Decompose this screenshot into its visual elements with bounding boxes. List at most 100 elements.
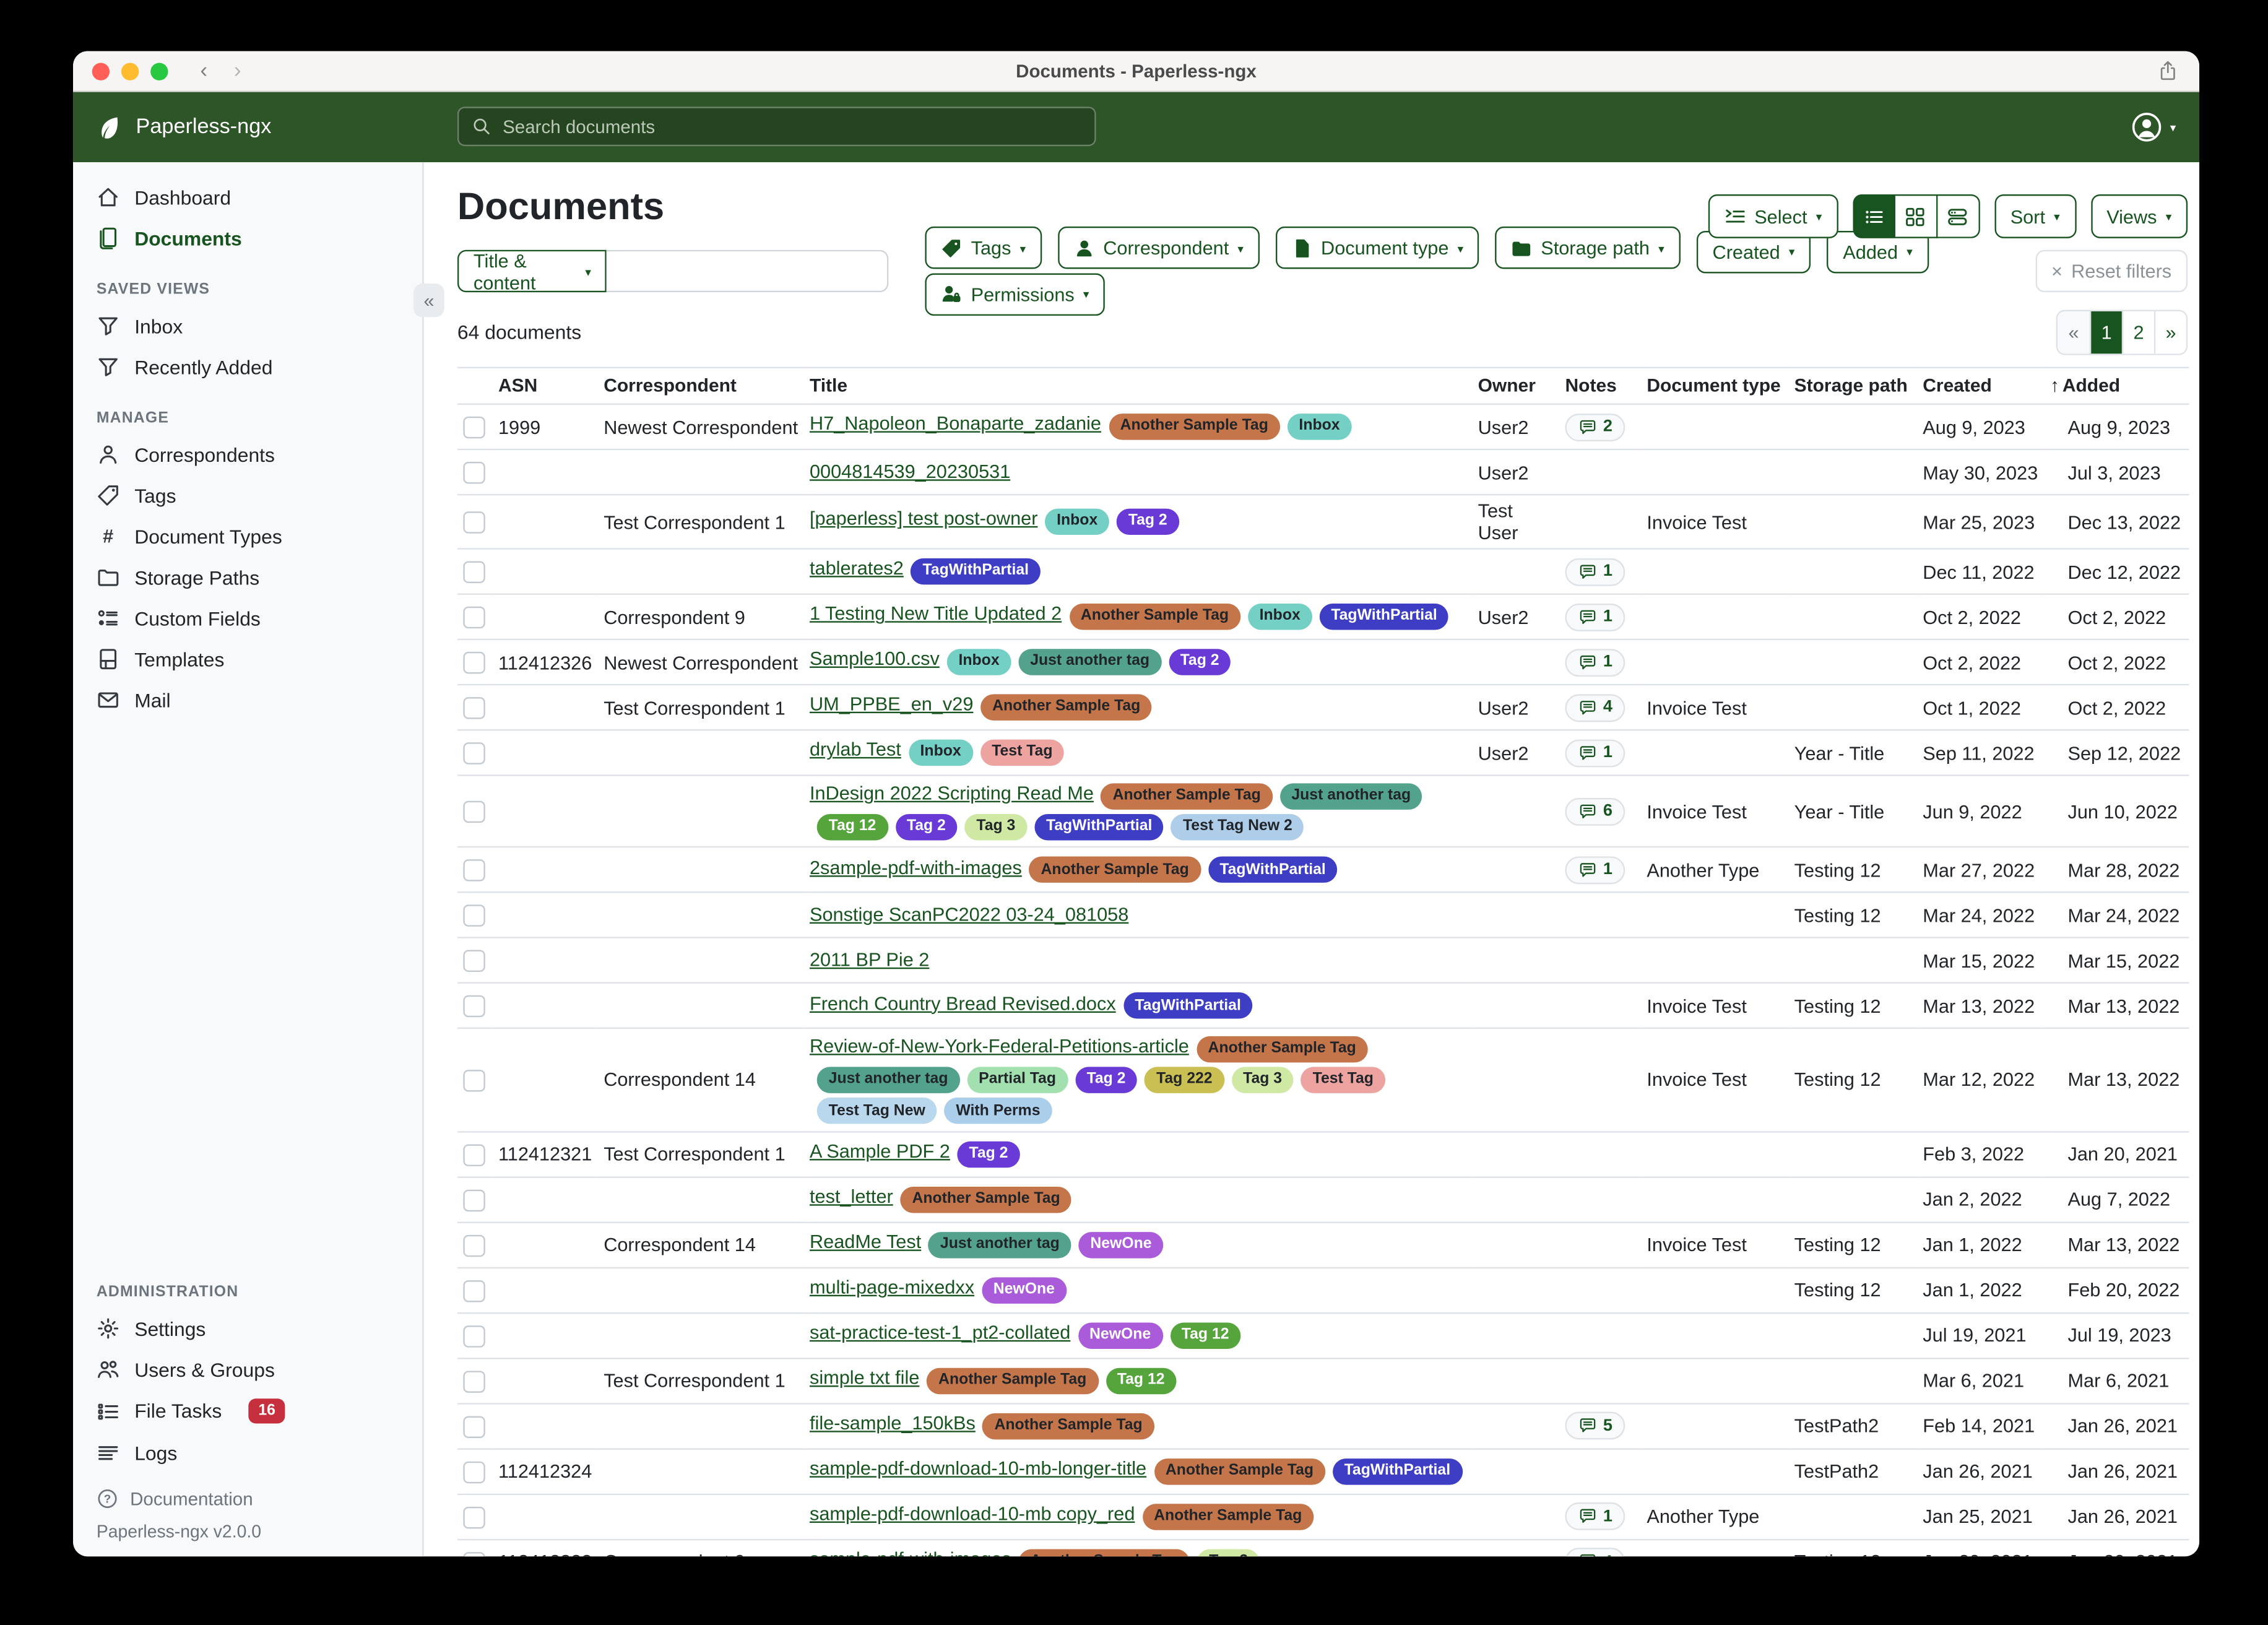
notes-button[interactable]: 1 bbox=[1565, 856, 1626, 884]
row-checkbox[interactable] bbox=[463, 652, 485, 674]
document-type-cell[interactable] bbox=[1641, 938, 1788, 983]
filter-tags-button[interactable]: Tags▾ bbox=[925, 227, 1042, 269]
notes-button[interactable]: 1 bbox=[1565, 739, 1626, 766]
tag-badge[interactable]: Another Sample Tag bbox=[1142, 1503, 1314, 1530]
forward-icon[interactable]: › bbox=[234, 60, 241, 82]
storage-path-cell[interactable]: Testing 12 bbox=[1788, 983, 1917, 1028]
storage-path-cell[interactable]: TestPath2 bbox=[1788, 1449, 1917, 1494]
row-checkbox[interactable] bbox=[463, 417, 485, 438]
tag-badge[interactable]: Another Sample Tag bbox=[1069, 604, 1240, 630]
notes-button[interactable]: 4 bbox=[1565, 693, 1626, 721]
storage-path-cell[interactable]: Testing 12 bbox=[1788, 1222, 1917, 1267]
correspondent-cell[interactable] bbox=[598, 1403, 804, 1449]
document-title-link[interactable]: sat-practice-test-1_pt2-collated bbox=[810, 1321, 1070, 1343]
correspondent-cell[interactable]: Test Correspondent 1 bbox=[598, 495, 804, 548]
storage-path-cell[interactable] bbox=[1788, 685, 1917, 730]
storage-path-cell[interactable] bbox=[1788, 1132, 1917, 1177]
storage-path-cell[interactable] bbox=[1788, 938, 1917, 983]
correspondent-cell[interactable] bbox=[598, 847, 804, 893]
correspondent-cell[interactable] bbox=[598, 449, 804, 495]
tag-badge[interactable]: Another Sample Tag bbox=[901, 1186, 1072, 1213]
tag-badge[interactable]: Test Tag bbox=[1301, 1067, 1385, 1093]
view-list-button[interactable] bbox=[1853, 194, 1895, 238]
row-checkbox[interactable] bbox=[463, 1325, 485, 1346]
row-checkbox[interactable] bbox=[463, 1371, 485, 1392]
storage-path-cell[interactable]: Year - Title bbox=[1788, 775, 1917, 847]
correspondent-cell[interactable] bbox=[598, 938, 804, 983]
document-title-link[interactable]: Sonstige ScanPC2022 03-24_081058 bbox=[810, 903, 1128, 925]
document-type-cell[interactable] bbox=[1641, 1312, 1788, 1358]
filter-text-input[interactable] bbox=[607, 250, 889, 292]
page-prev-button[interactable]: « bbox=[2058, 311, 2090, 353]
storage-path-cell[interactable] bbox=[1788, 548, 1917, 594]
tag-badge[interactable]: Just another tag bbox=[928, 1231, 1071, 1258]
sidebar-item-documents[interactable]: Documents bbox=[73, 218, 422, 259]
tag-badge[interactable]: Tag 12 bbox=[817, 813, 888, 840]
column-header-document-type[interactable]: Document type bbox=[1641, 368, 1788, 404]
document-type-cell[interactable] bbox=[1641, 1177, 1788, 1222]
tag-badge[interactable]: Just another tag bbox=[817, 1067, 960, 1093]
document-title-link[interactable]: A Sample PDF 2 bbox=[810, 1140, 950, 1162]
storage-path-cell[interactable]: Testing 12 bbox=[1788, 893, 1917, 938]
document-title-link[interactable]: ReadMe Test bbox=[810, 1231, 921, 1252]
document-type-cell[interactable] bbox=[1641, 1358, 1788, 1403]
storage-path-cell[interactable]: TestPath2 bbox=[1788, 1403, 1917, 1449]
row-checkbox[interactable] bbox=[463, 1461, 485, 1483]
column-header-owner[interactable]: Owner bbox=[1472, 368, 1559, 404]
document-type-cell[interactable]: Invoice Test bbox=[1641, 495, 1788, 548]
storage-path-cell[interactable] bbox=[1788, 1358, 1917, 1403]
correspondent-cell[interactable]: Test Correspondent 1 bbox=[598, 1358, 804, 1403]
document-title-link[interactable]: test_letter bbox=[810, 1185, 893, 1207]
storage-path-cell[interactable] bbox=[1788, 449, 1917, 495]
tag-badge[interactable]: Inbox bbox=[1288, 414, 1352, 440]
correspondent-cell[interactable] bbox=[598, 775, 804, 847]
row-checkbox[interactable] bbox=[463, 905, 485, 927]
search-input[interactable]: Search documents bbox=[457, 106, 1096, 146]
storage-path-cell[interactable]: Testing 12 bbox=[1788, 1267, 1917, 1312]
notes-button[interactable]: 4 bbox=[1565, 1548, 1626, 1556]
sidebar-item-file-tasks[interactable]: File Tasks16 bbox=[73, 1390, 422, 1432]
tag-badge[interactable]: TagWithPartial bbox=[911, 558, 1041, 585]
tag-badge[interactable]: Tag 3 bbox=[1231, 1067, 1294, 1093]
tag-badge[interactable]: Tag 2 bbox=[1117, 508, 1179, 535]
correspondent-cell[interactable] bbox=[598, 548, 804, 594]
document-title-link[interactable]: 2011 BP Pie 2 bbox=[810, 948, 929, 970]
document-type-cell[interactable] bbox=[1641, 1539, 1788, 1556]
sidebar-item-recently-added[interactable]: Recently Added bbox=[73, 347, 422, 388]
tag-badge[interactable]: Tag 2 bbox=[895, 813, 958, 840]
back-icon[interactable]: ‹ bbox=[200, 60, 207, 82]
storage-path-cell[interactable]: Year - Title bbox=[1788, 730, 1917, 775]
tag-badge[interactable]: Test Tag New bbox=[817, 1098, 937, 1124]
storage-path-cell[interactable] bbox=[1788, 1177, 1917, 1222]
document-title-link[interactable]: sample-pdf-download-10-mb-longer-title bbox=[810, 1457, 1146, 1479]
row-checkbox[interactable] bbox=[463, 860, 485, 882]
document-title-link[interactable]: UM_PPBE_en_v29 bbox=[810, 693, 973, 715]
correspondent-cell[interactable] bbox=[598, 1177, 804, 1222]
storage-path-cell[interactable] bbox=[1788, 639, 1917, 685]
tag-badge[interactable]: Tag 2 bbox=[958, 1141, 1020, 1168]
document-title-link[interactable]: drylab Test bbox=[810, 739, 901, 760]
column-header-correspondent[interactable]: Correspondent bbox=[598, 368, 804, 404]
document-title-link[interactable]: French Country Bread Revised.docx bbox=[810, 992, 1116, 1013]
document-title-link[interactable]: Sample100.csv bbox=[810, 648, 940, 670]
document-type-cell[interactable]: Invoice Test bbox=[1641, 775, 1788, 847]
tag-badge[interactable]: With Perms bbox=[944, 1098, 1052, 1124]
sidebar-item-inbox[interactable]: Inbox bbox=[73, 305, 422, 346]
correspondent-cell[interactable] bbox=[598, 1449, 804, 1494]
row-checkbox[interactable] bbox=[463, 1506, 485, 1528]
notes-button[interactable]: 5 bbox=[1565, 1412, 1626, 1440]
document-type-cell[interactable] bbox=[1641, 730, 1788, 775]
tag-badge[interactable]: NewOne bbox=[1078, 1322, 1162, 1349]
notes-button[interactable]: 1 bbox=[1565, 603, 1626, 631]
correspondent-cell[interactable] bbox=[598, 983, 804, 1028]
tag-badge[interactable]: Another Sample Tag bbox=[1154, 1458, 1325, 1484]
tag-badge[interactable]: Another Sample Tag bbox=[1019, 1548, 1190, 1556]
sidebar-item-storage-paths[interactable]: Storage Paths bbox=[73, 557, 422, 597]
sidebar-item-mail[interactable]: Mail bbox=[73, 680, 422, 721]
minimize-window-button[interactable] bbox=[121, 62, 139, 79]
zoom-window-button[interactable] bbox=[150, 62, 168, 79]
row-checkbox[interactable] bbox=[463, 1144, 485, 1166]
row-checkbox[interactable] bbox=[463, 1070, 485, 1091]
storage-path-cell[interactable] bbox=[1788, 594, 1917, 639]
filter-permissions-button[interactable]: Permissions▾ bbox=[925, 273, 1105, 315]
